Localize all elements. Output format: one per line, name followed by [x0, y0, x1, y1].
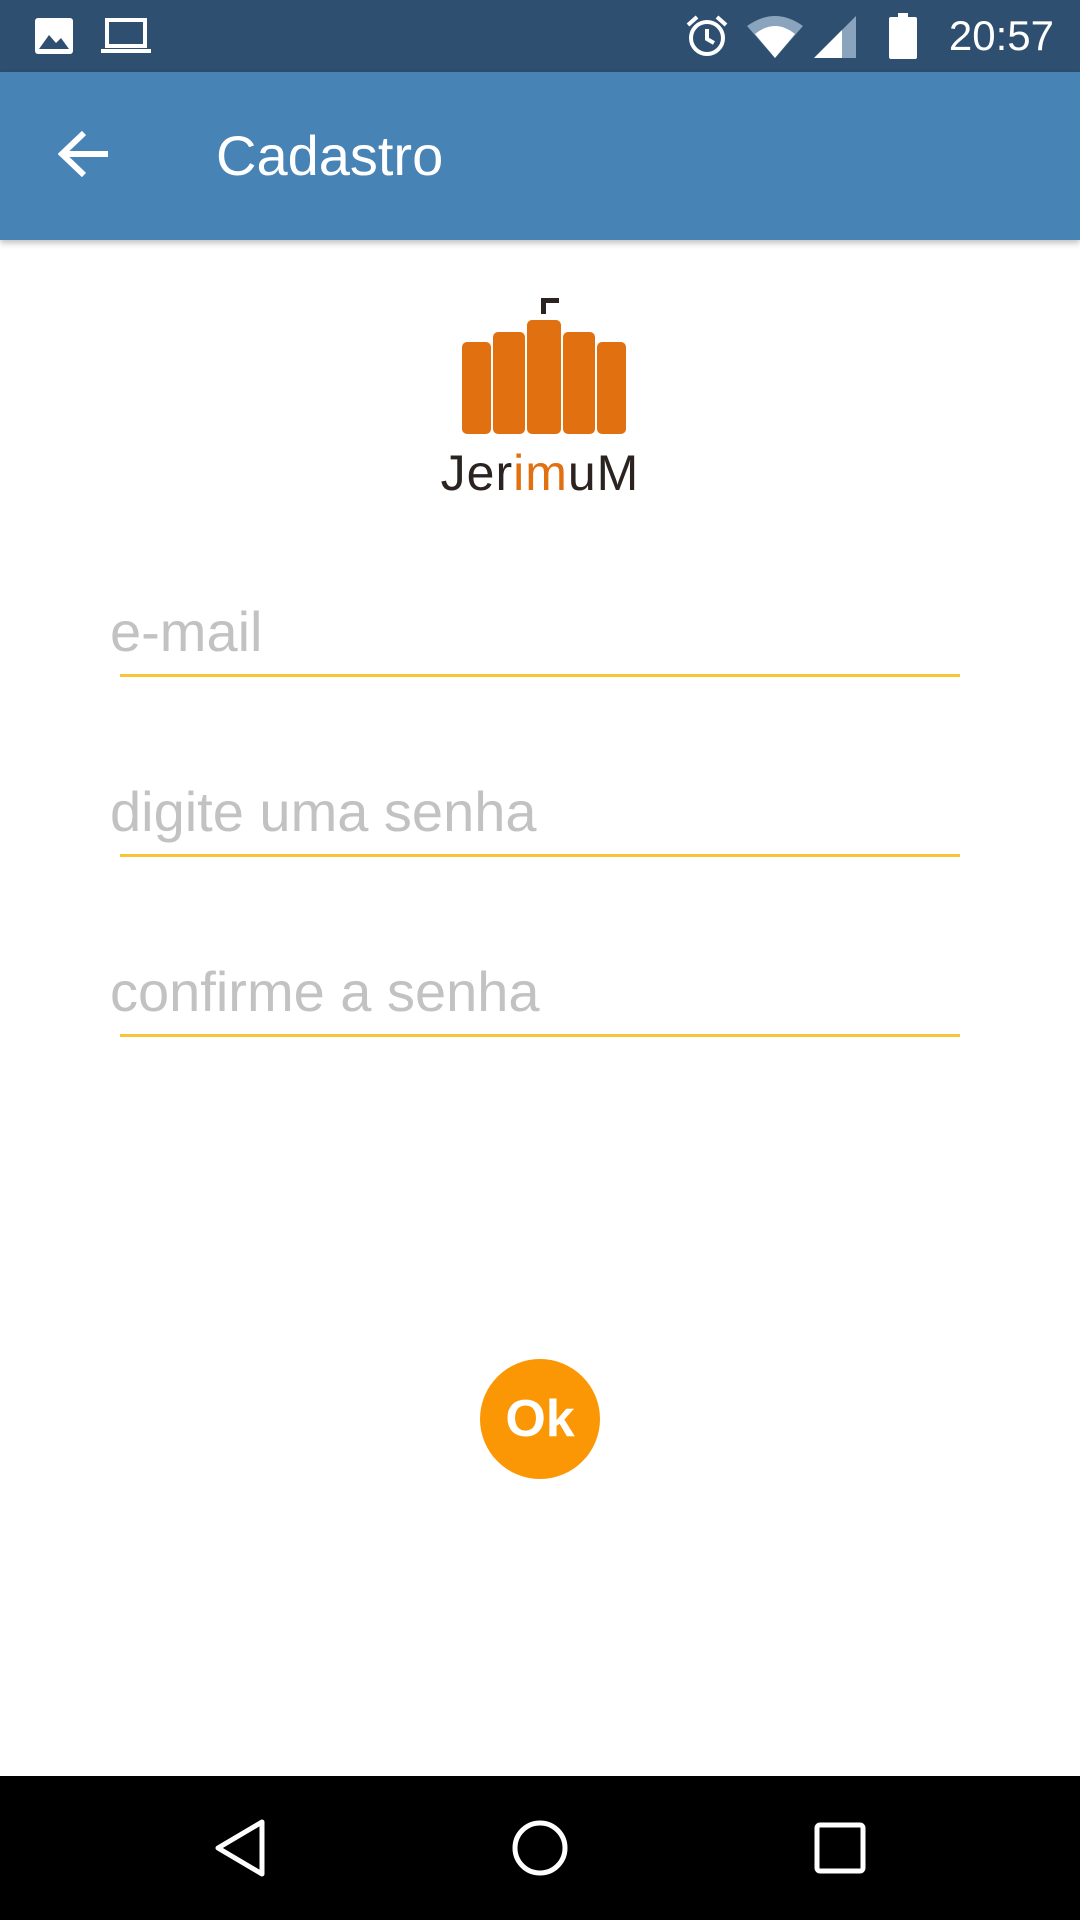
image-icon [32, 14, 76, 58]
jerimum-logo: JerimuM [440, 296, 640, 501]
password-input[interactable] [106, 768, 962, 854]
confirm-password-underline [120, 1034, 960, 1037]
ok-button[interactable]: Ok [480, 1359, 600, 1479]
nav-recents-button[interactable] [804, 1812, 876, 1884]
email-input[interactable] [106, 588, 962, 674]
alarm-icon [684, 14, 730, 58]
signal-icon [812, 14, 858, 58]
app-bar: Cadastro [0, 72, 1080, 240]
status-bar: 20:57 [0, 0, 1080, 72]
confirm-password-input[interactable] [106, 948, 962, 1034]
email-field [106, 588, 962, 688]
nav-home-button[interactable] [504, 1812, 576, 1884]
battery-icon [888, 13, 918, 59]
home-circle-icon [512, 1820, 568, 1876]
status-time: 20:57 [948, 12, 1054, 59]
arrow-left-icon [57, 130, 110, 183]
nav-back-button[interactable] [204, 1812, 276, 1884]
wifi-icon [746, 14, 804, 58]
laptop-icon [100, 14, 152, 58]
confirm-password-field [106, 948, 962, 1048]
email-underline [120, 674, 960, 677]
back-triangle-icon [215, 1819, 265, 1877]
navigation-bar [0, 1776, 1080, 1920]
pumpkin-icon [462, 298, 626, 434]
logo-text: JerimuM [440, 445, 640, 501]
page-title: Cadastro [216, 124, 444, 187]
recents-square-icon [814, 1822, 866, 1874]
back-button[interactable] [36, 112, 132, 200]
password-underline [120, 854, 960, 857]
password-field [106, 768, 962, 868]
